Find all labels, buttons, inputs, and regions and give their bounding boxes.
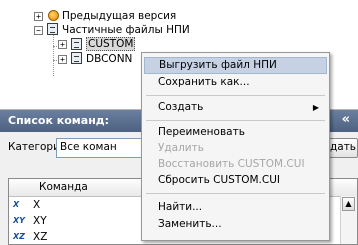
expand-toggle[interactable]: +	[58, 40, 67, 49]
command-icon: XY	[13, 216, 25, 225]
tree-item-custom[interactable]: CUSTOM	[86, 37, 136, 51]
menu-item-rename[interactable]: Переименовать	[144, 124, 327, 141]
partial-file-icon	[47, 23, 58, 35]
menu-item-replace[interactable]: Заменить...	[144, 216, 327, 233]
scroll-up-icon[interactable]: ▲	[342, 197, 355, 211]
vertical-scrollbar[interactable]: ▲	[340, 196, 357, 244]
tree-item-previous-version[interactable]: Предыдущая версия	[62, 9, 176, 23]
menu-item-find[interactable]: Найти...	[144, 199, 327, 216]
cui-file-icon	[71, 52, 82, 64]
menu-separator	[146, 193, 325, 194]
tree-item-label: CUSTOM	[86, 37, 136, 51]
menu-item-label: Сохранить как...	[158, 76, 250, 88]
menu-item-label: Восстановить CUSTOM.CUI	[158, 158, 305, 170]
categories-dropdown[interactable]: Все коман	[56, 138, 146, 158]
command-name: X	[33, 199, 41, 211]
tree-guide-line	[53, 28, 54, 76]
command-icon: X	[13, 200, 20, 209]
column-header-command[interactable]: Команда	[39, 181, 88, 193]
command-name: XZ	[33, 231, 48, 243]
menu-separator	[146, 120, 325, 121]
menu-item-create[interactable]: Создать ▶	[144, 99, 327, 116]
submenu-arrow-icon: ▶	[312, 103, 319, 112]
version-icon	[48, 10, 59, 21]
collapse-panel-icon[interactable]: «	[342, 112, 350, 127]
menu-item-label: Переименовать	[158, 126, 245, 138]
menu-item-reset[interactable]: Сбросить CUSTOM.CUI	[144, 172, 327, 189]
panel-title: Список команд:	[8, 114, 110, 127]
collapse-toggle[interactable]: −	[34, 26, 43, 35]
menu-item-unload-file[interactable]: Выгрузить файл НПИ	[144, 57, 327, 74]
tree-item-label: Предыдущая версия	[62, 10, 177, 22]
expand-toggle[interactable]: +	[34, 12, 43, 21]
cui-file-icon	[71, 38, 82, 50]
menu-item-save-as[interactable]: Сохранить как...	[144, 74, 327, 91]
tree-item-partial-files[interactable]: Частичные файлы НПИ	[62, 23, 190, 37]
expand-toggle[interactable]: +	[58, 55, 67, 64]
menu-item-label: Найти...	[158, 201, 203, 213]
tree-item-dbconn[interactable]: DBCONN	[86, 52, 132, 66]
menu-item-label: Заменить...	[158, 218, 222, 230]
command-icon: XZ	[13, 232, 25, 241]
context-menu: Выгрузить файл НПИ Сохранить как... Созд…	[141, 52, 330, 241]
menu-separator	[146, 95, 325, 96]
menu-item-label: Создать	[158, 101, 204, 113]
tree-item-label: Частичные файлы НПИ	[62, 24, 190, 36]
menu-item-label: Сбросить CUSTOM.CUI	[158, 174, 281, 186]
menu-item-label: Удалить	[158, 142, 204, 154]
menu-item-delete: Удалить	[144, 140, 327, 157]
tree-item-label: DBCONN	[86, 53, 133, 65]
command-name: XY	[33, 215, 47, 227]
menu-item-restore: Восстановить CUSTOM.CUI	[144, 156, 327, 173]
menu-item-label: Выгрузить файл НПИ	[159, 59, 277, 71]
new-command-button[interactable]: дать	[327, 138, 358, 158]
